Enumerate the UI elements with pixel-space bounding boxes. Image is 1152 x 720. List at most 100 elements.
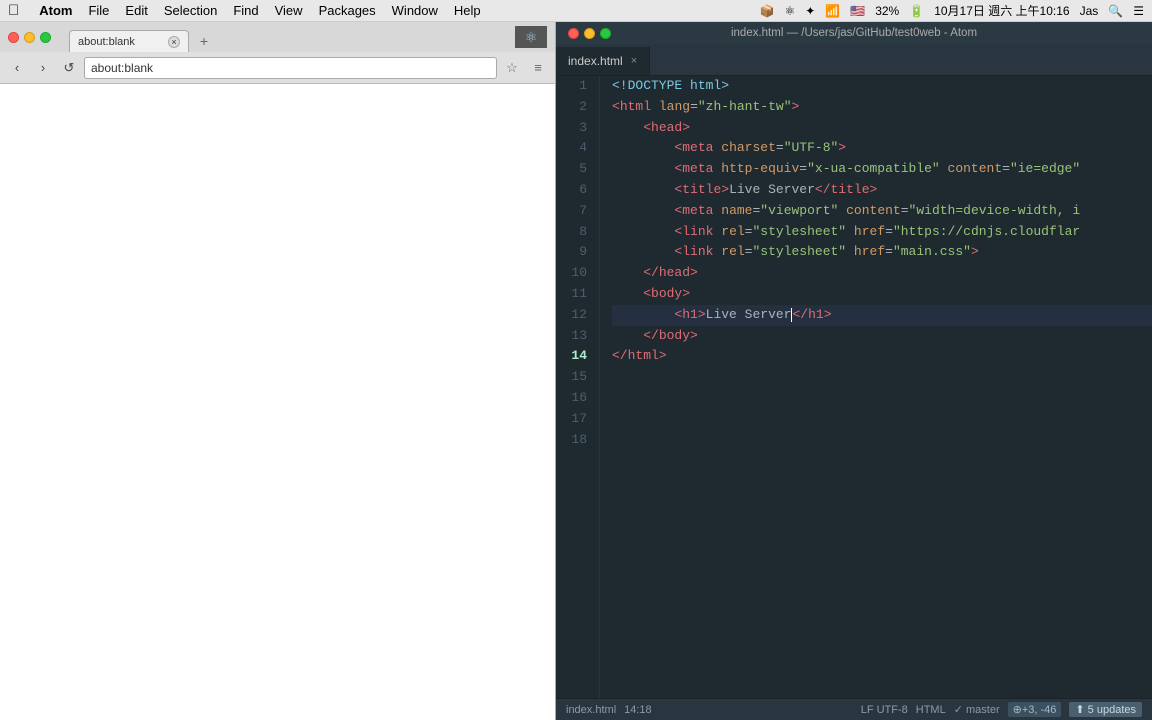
line-num-10: 10 — [556, 263, 591, 284]
status-left: index.html 14:18 — [566, 704, 652, 716]
line-num-7: 7 — [556, 201, 591, 222]
code-line-15: </body> — [612, 326, 1152, 347]
line-numbers: 1 2 3 4 5 6 7 8 9 10 11 12 13 14 15 16 1 — [556, 76, 600, 698]
menu-help[interactable]: Help — [454, 3, 481, 18]
search-icon[interactable]: 🔍 — [1108, 4, 1123, 18]
browser-tab-about-blank[interactable]: about:blank × — [69, 30, 189, 52]
username: Jas — [1080, 4, 1099, 18]
menu-atom[interactable]: Atom — [39, 3, 72, 18]
editor-tab-index-html[interactable]: index.html × — [556, 47, 650, 75]
line-num-11: 11 — [556, 284, 591, 305]
menu-view[interactable]: View — [275, 3, 303, 18]
menu-icon[interactable]: ≡ — [527, 57, 549, 79]
atom-minimize-button[interactable] — [584, 28, 595, 39]
atom-window-title: index.html — /Users/jas/GitHub/test0web … — [731, 27, 977, 39]
browser-traffic-lights — [8, 32, 51, 43]
updates-label: 5 updates — [1088, 704, 1136, 716]
status-syntax[interactable]: HTML — [916, 704, 946, 716]
browser-nav-bar: ‹ › ↺ about:blank ☆ ≡ — [0, 52, 555, 84]
code-line-6: <meta http-equiv="x-ua-compatible" conte… — [612, 159, 1152, 180]
line-num-13: 13 — [556, 326, 591, 347]
control-strip-icon[interactable]: ☰ — [1133, 4, 1144, 18]
code-line-9: <link rel="stylesheet" href="https://cdn… — [612, 222, 1152, 243]
status-branch[interactable]: ✓ master — [954, 703, 1000, 716]
line-num-15: 15 — [556, 367, 591, 388]
browser-content — [0, 84, 555, 720]
atom-logo: ⚛ — [784, 4, 795, 18]
line-num-14: 14 — [556, 346, 591, 367]
tab-close-icon[interactable]: × — [631, 55, 637, 67]
apple-menu[interactable]:  — [8, 2, 19, 19]
code-line-10: <link rel="stylesheet" href="main.css"> — [612, 242, 1152, 263]
browser-maximize-button[interactable] — [40, 32, 51, 43]
code-lines[interactable]: <!DOCTYPE html> <html lang="zh-hant-tw">… — [600, 76, 1152, 698]
browser-titlebar: about:blank × + ⚛ — [0, 22, 555, 52]
menu-selection[interactable]: Selection — [164, 3, 217, 18]
status-updates[interactable]: ⬆ 5 updates — [1069, 702, 1142, 717]
menu-file[interactable]: File — [88, 3, 109, 18]
code-line-8: <meta name="viewport" content="width=dev… — [612, 201, 1152, 222]
line-num-9: 9 — [556, 242, 591, 263]
line-num-17: 17 — [556, 409, 591, 430]
address-text: about:blank — [91, 61, 153, 75]
status-right: LF UTF-8 HTML ✓ master ⊕+3, -46 ⬆ 5 upda… — [861, 702, 1142, 717]
status-position: 14:18 — [624, 704, 652, 716]
bookmark-icon[interactable]: ☆ — [501, 57, 523, 79]
menu-bar:  Atom File Edit Selection Find View Pac… — [0, 0, 1152, 22]
editor-statusbar: index.html 14:18 LF UTF-8 HTML ✓ master … — [556, 698, 1152, 720]
line-num-18: 18 — [556, 430, 591, 451]
battery-icon: 🔋 — [909, 4, 924, 18]
menu-edit[interactable]: Edit — [125, 3, 147, 18]
status-encoding[interactable]: LF UTF-8 — [861, 704, 908, 716]
code-line-13: <body> — [612, 284, 1152, 305]
wifi-icon: 📶 — [825, 4, 840, 18]
datetime: 10月17日 週六 上午10:16 — [934, 2, 1069, 19]
code-line-1: <!DOCTYPE html> — [612, 76, 1152, 97]
browser-panel: about:blank × + ⚛ ‹ › ↺ about:blank ☆ ≡ — [0, 22, 556, 720]
line-num-2: 2 — [556, 97, 591, 118]
code-line-5: <meta charset="UTF-8"> — [612, 138, 1152, 159]
forward-button[interactable]: › — [32, 57, 54, 79]
bluetooth-icon: ✦ — [805, 4, 815, 18]
code-line-17: </html> — [612, 346, 1152, 367]
refresh-button[interactable]: ↺ — [58, 57, 80, 79]
line-num-4: 4 — [556, 138, 591, 159]
address-bar[interactable]: about:blank — [84, 57, 497, 79]
status-filename: index.html — [566, 704, 616, 716]
editor-tab-bar: index.html × — [556, 44, 1152, 76]
status-diff[interactable]: ⊕+3, -46 — [1008, 702, 1062, 717]
code-line-2: <html lang="zh-hant-tw"> — [612, 97, 1152, 118]
battery-percent: 32% — [875, 4, 899, 18]
code-area: 1 2 3 4 5 6 7 8 9 10 11 12 13 14 15 16 1 — [556, 76, 1152, 698]
new-tab-button[interactable]: + — [193, 30, 215, 52]
browser-minimize-button[interactable] — [24, 32, 35, 43]
editor-content: 1 2 3 4 5 6 7 8 9 10 11 12 13 14 15 16 1 — [556, 76, 1152, 698]
atom-app-icon: ⚛ — [515, 26, 547, 48]
line-num-6: 6 — [556, 180, 591, 201]
code-line-14: <h1>Live Server</h1> — [612, 305, 1152, 326]
menu-packages[interactable]: Packages — [319, 3, 376, 18]
tab-close-button[interactable]: × — [168, 36, 180, 48]
tab-filename: index.html — [568, 54, 623, 68]
editor-panel: index.html — /Users/jas/GitHub/test0web … — [556, 22, 1152, 720]
back-button[interactable]: ‹ — [6, 57, 28, 79]
line-num-3: 3 — [556, 118, 591, 139]
atom-titlebar: index.html — /Users/jas/GitHub/test0web … — [556, 22, 1152, 44]
code-line-7: <title>Live Server</title> — [612, 180, 1152, 201]
browser-close-button[interactable] — [8, 32, 19, 43]
line-num-12: 12 — [556, 305, 591, 326]
menu-find[interactable]: Find — [233, 3, 258, 18]
diff-label: +3, -46 — [1022, 704, 1057, 716]
tab-title: about:blank — [78, 36, 135, 48]
line-num-5: 5 — [556, 159, 591, 180]
atom-close-button[interactable] — [568, 28, 579, 39]
line-num-8: 8 — [556, 222, 591, 243]
atom-maximize-button[interactable] — [600, 28, 611, 39]
line-num-1: 1 — [556, 76, 591, 97]
code-line-4: <head> — [612, 118, 1152, 139]
menu-window[interactable]: Window — [392, 3, 438, 18]
line-num-16: 16 — [556, 388, 591, 409]
flag-icon: 🇺🇸 — [850, 4, 865, 18]
code-line-11: </head> — [612, 263, 1152, 284]
dropbox-icon: 📦 — [760, 4, 775, 18]
